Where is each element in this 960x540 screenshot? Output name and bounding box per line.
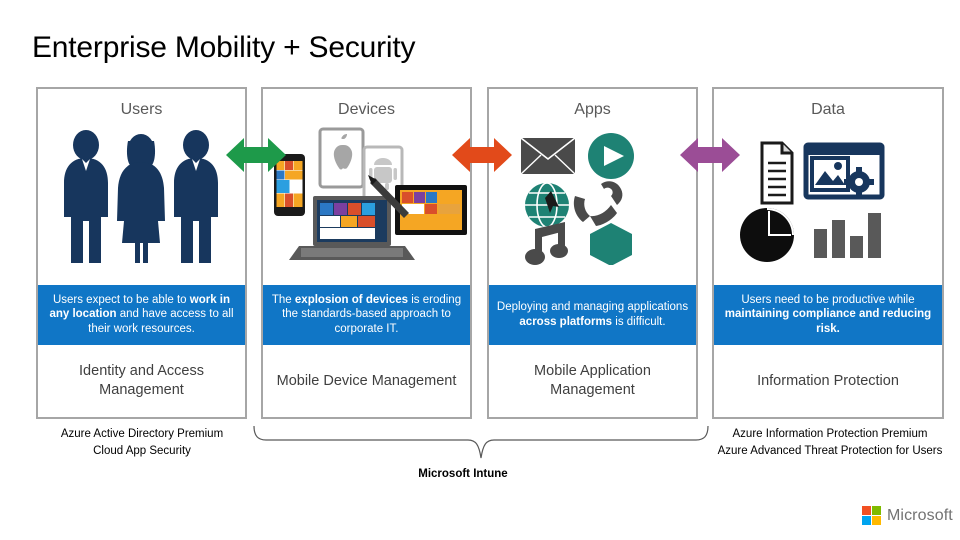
column-card-devices[interactable]: Devices The explosion of devices is erod… <box>261 87 472 419</box>
column-statement-apps: Deploying and managing applications acro… <box>489 285 696 345</box>
footnote-left: Azure Active Directory Premium Cloud App … <box>36 426 248 459</box>
column-statement-devices: The explosion of devices is eroding the … <box>263 284 470 345</box>
mail-icon <box>520 137 576 175</box>
intune-brace <box>253 425 709 459</box>
pie-chart-icon <box>740 208 794 262</box>
three-people-icon <box>64 130 218 263</box>
statement-text-bold: explosion of devices <box>294 293 409 306</box>
footnote-middle: Microsoft Intune <box>418 468 508 480</box>
column-capability-devices: Mobile Device Management <box>276 372 457 389</box>
footnote-left-line-2: Cloud App Security <box>93 444 191 457</box>
document-icon <box>760 141 794 205</box>
phone-icon <box>573 181 623 226</box>
hexagon-icon <box>590 223 632 266</box>
statement-text-bold: maintaining compliance and reducing risk… <box>724 308 932 335</box>
statement-text-plain-1: Deploying and managing applications <box>496 301 689 313</box>
bar-chart-icon <box>814 213 881 258</box>
column-art-data <box>714 125 942 285</box>
app-icons-grid <box>520 133 634 266</box>
column-art-devices <box>263 125 470 285</box>
column-header-users: Users <box>120 101 163 118</box>
statement-text-plain-1: Users expect to be able to <box>52 293 190 306</box>
double-arrow-purple <box>680 138 740 172</box>
column-statement-users: Users expect to be able to work in any l… <box>38 284 245 345</box>
data-documents-charts-icon <box>740 141 885 262</box>
globe-icon <box>525 182 569 228</box>
footnote-right: Azure Information Protection Premium Azur… <box>700 426 960 459</box>
column-card-apps[interactable]: Apps Deploying and managing applications… <box>487 87 698 419</box>
statement-text-bold: across platforms <box>519 315 613 328</box>
double-arrow-orange <box>452 138 512 172</box>
column-art-users <box>38 125 245 285</box>
statement-text-plain-1: The <box>271 293 295 306</box>
multi-device-icon <box>274 127 467 260</box>
music-note-icon <box>525 222 568 265</box>
logo-square-green <box>872 506 881 515</box>
column-header-apps: Apps <box>574 101 611 118</box>
microsoft-logo-squares <box>862 506 881 525</box>
column-card-users[interactable]: Users Users expect to be able to work in… <box>36 87 247 419</box>
double-arrow-green <box>226 138 286 172</box>
logo-square-red <box>862 506 871 515</box>
column-capability-users: Identity and Access Management <box>79 363 204 398</box>
column-capability-apps: Mobile Application Management <box>534 363 651 398</box>
statement-text-plain-2: is difficult. <box>612 315 666 328</box>
microsoft-wordmark: Microsoft <box>887 506 953 524</box>
column-header-data: Data <box>811 101 845 118</box>
statement-text-plain-1: Users need to be productive while <box>741 293 915 306</box>
footnote-right-line-1: Azure Information Protection Premium <box>732 428 928 440</box>
column-header-devices: Devices <box>338 101 395 118</box>
footnote-right-line-2: Azure Advanced Threat Protection for Use… <box>717 444 943 457</box>
page-title: Enterprise Mobility + Security <box>32 31 416 64</box>
column-card-data[interactable]: Data Users need to be productive while m… <box>712 87 944 419</box>
microsoft-logo: Microsoft <box>862 506 953 525</box>
logo-square-yellow <box>872 516 881 525</box>
picture-settings-icon <box>803 142 885 200</box>
logo-square-blue <box>862 516 871 525</box>
footnote-left-line-1: Azure Active Directory Premium <box>60 428 224 440</box>
column-capability-data: Information Protection <box>757 372 899 389</box>
play-circle-icon <box>588 133 634 179</box>
column-art-apps <box>489 125 696 285</box>
column-statement-data: Users need to be productive while mainta… <box>714 284 942 345</box>
